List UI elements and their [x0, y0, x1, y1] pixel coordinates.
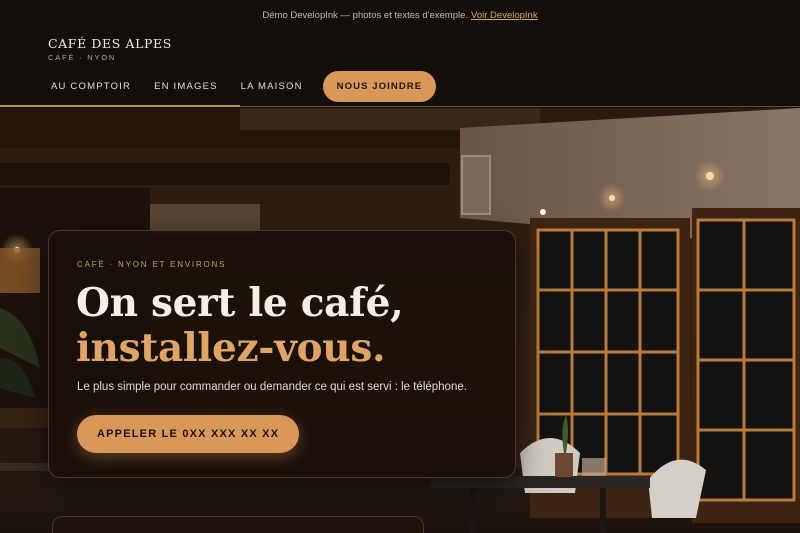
brand-name: CAFÉ DES ALPES	[48, 36, 172, 51]
hero-headline-line1: On sert le café,	[76, 280, 404, 326]
demo-banner-text: Démo DevelopInk — photos et textes d'exe…	[262, 9, 469, 21]
site-header: CAFÉ DES ALPES CAFÉ · NYON AU COMPTOIR E…	[0, 30, 800, 107]
nav-item-en-images[interactable]: EN IMAGES	[154, 81, 218, 92]
hero-section: CAFÉ · NYON ET ENVIRONS On sert le café,…	[0, 108, 800, 533]
secondary-card	[52, 516, 424, 533]
contact-button[interactable]: NOUS JOINDRE	[322, 71, 437, 102]
hero-card: CAFÉ · NYON ET ENVIRONS On sert le café,…	[48, 230, 516, 478]
header-accent-line	[0, 105, 240, 107]
hero-headline-line2: installez-vous.	[76, 325, 386, 371]
demo-banner: Démo DevelopInk — photos et textes d'exe…	[0, 0, 800, 30]
hero-headline: On sert le café, installez-vous.	[76, 280, 404, 371]
developink-link[interactable]: Voir DevelopInk	[471, 10, 538, 21]
brand-subtitle: CAFÉ · NYON	[48, 53, 117, 62]
hero-eyebrow: CAFÉ · NYON ET ENVIRONS	[77, 260, 227, 269]
nav-item-la-maison[interactable]: LA MAISON	[241, 81, 303, 92]
call-button[interactable]: APPELER LE 0XX XXX XX XX	[77, 415, 300, 453]
nav-item-au-comptoir[interactable]: AU COMPTOIR	[51, 81, 131, 92]
brand-logo[interactable]: CAFÉ DES ALPES CAFÉ · NYON	[48, 36, 172, 62]
main-nav: AU COMPTOIR EN IMAGES LA MAISON NOUS JOI…	[51, 71, 437, 102]
hero-lead: Le plus simple pour commander ou demande…	[77, 381, 467, 393]
